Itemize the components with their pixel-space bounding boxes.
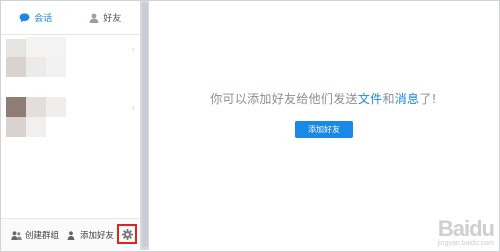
avatar: [6, 95, 68, 151]
files-link[interactable]: 文件: [358, 92, 383, 106]
tab-conversations[interactable]: 会话: [1, 1, 71, 34]
sidebar-tabs: 会话 好友: [1, 1, 140, 35]
conversation-list: › ›: [1, 35, 140, 217]
chevron-right-icon: ›: [131, 45, 135, 54]
add-person-icon: [67, 230, 77, 240]
empty-state-message: 你可以添加好友给他们发送文件和消息了!: [149, 90, 498, 107]
baidu-watermark: Baidu jingyan.baidu.com: [437, 216, 495, 248]
chevron-right-icon: ›: [131, 103, 135, 112]
sidebar: 会话 好友 › › 创建群组 添加好友: [1, 1, 141, 251]
scrollbar-thumb[interactable]: [142, 3, 148, 247]
list-item[interactable]: ›: [1, 95, 140, 151]
create-group-label: 创建群组: [25, 231, 60, 241]
message-prefix: 你可以添加好友给他们发送: [210, 92, 358, 106]
sidebar-scrollbar[interactable]: [141, 1, 149, 250]
watermark-url: jingyan.baidu.com: [437, 240, 494, 247]
watermark-logo: Baidu: [437, 216, 495, 241]
message-suffix: 了!: [419, 92, 437, 106]
messages-link[interactable]: 消息: [395, 92, 420, 106]
create-group-button[interactable]: 创建群组: [11, 219, 59, 251]
message-conjunction: 和: [382, 92, 395, 106]
main-panel: 你可以添加好友给他们发送文件和消息了! 添加好友: [149, 1, 498, 250]
tab-conversations-label: 会话: [34, 14, 53, 24]
gear-icon: [121, 228, 133, 240]
add-friend-bottom-label: 添加好友: [80, 231, 115, 241]
avatar: [6, 37, 68, 93]
settings-button[interactable]: [117, 224, 137, 244]
tab-friends[interactable]: 好友: [71, 1, 141, 34]
list-item[interactable]: ›: [1, 37, 140, 93]
chat-bubble-icon: [19, 12, 30, 23]
sidebar-bottom-bar: 创建群组 添加好友: [1, 218, 140, 251]
group-icon: [11, 230, 22, 240]
tab-friends-label: 好友: [103, 14, 122, 24]
add-friend-button[interactable]: 添加好友: [295, 121, 353, 138]
add-friend-bottom-button[interactable]: 添加好友: [67, 219, 114, 251]
person-icon: [89, 13, 99, 23]
